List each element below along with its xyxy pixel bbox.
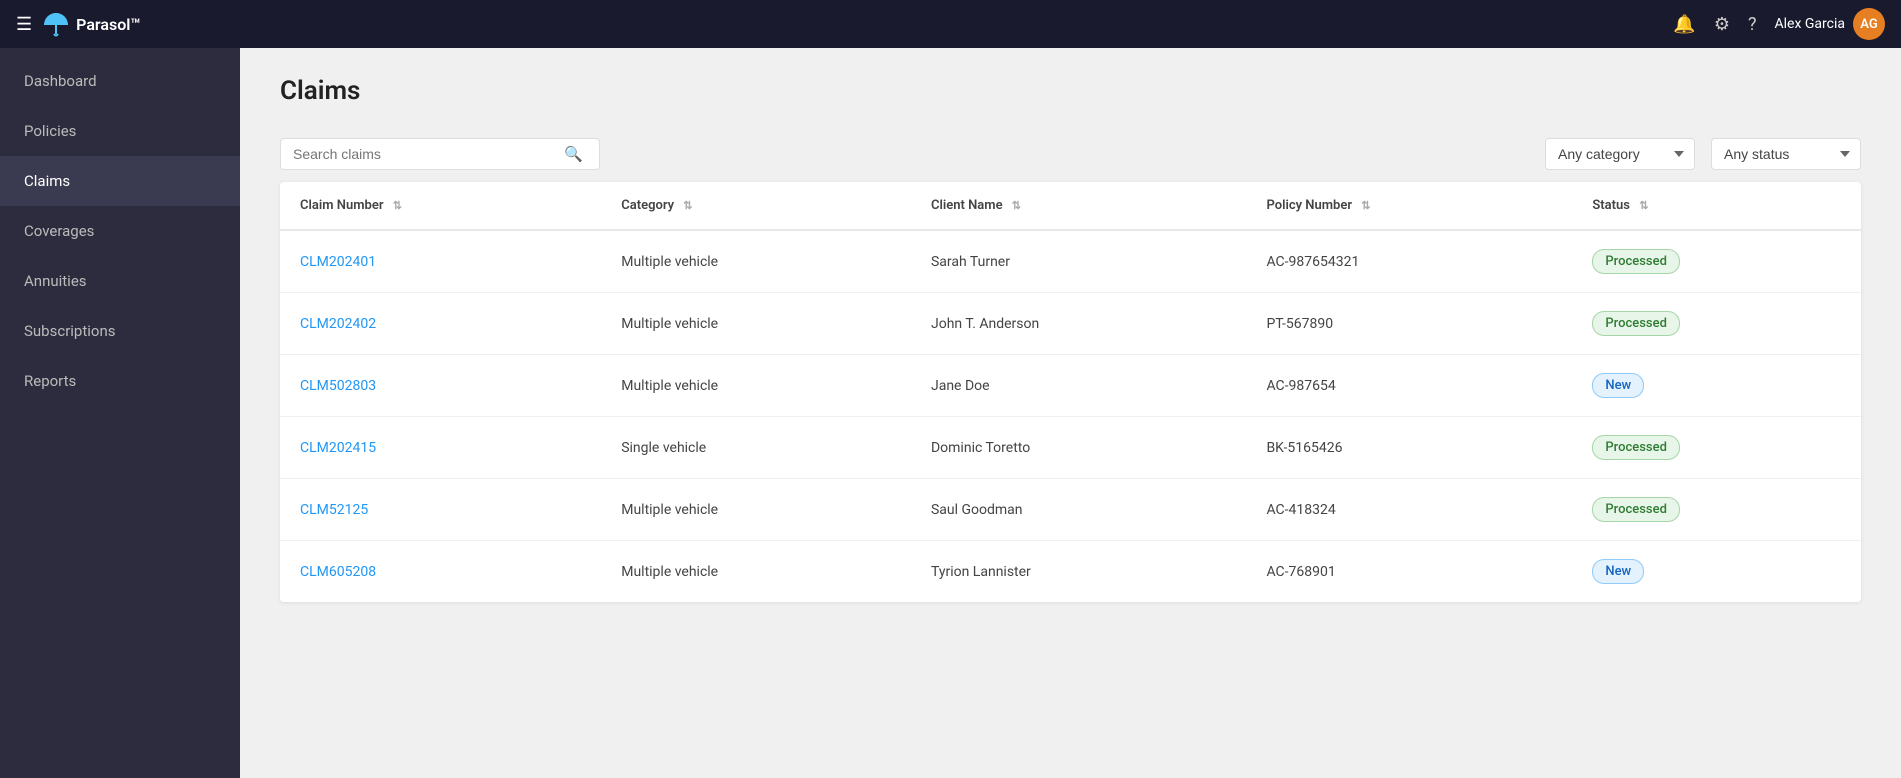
table-row: CLM605208 Multiple vehicle Tyrion Lannis… [280, 541, 1861, 603]
status-badge: New [1592, 373, 1644, 398]
cell-client-name: Sarah Turner [911, 230, 1246, 293]
claim-link[interactable]: CLM502803 [300, 378, 376, 394]
cell-policy-number: BK-5165426 [1246, 417, 1572, 479]
topnav-right: 🔔 ⚙ ? Alex Garcia AG [1673, 8, 1885, 40]
cell-category: Multiple vehicle [601, 541, 911, 603]
topnav-left: ☰ Parasol™ [16, 10, 1661, 38]
cell-status: Processed [1572, 417, 1861, 479]
cell-client-name: Saul Goodman [911, 479, 1246, 541]
table-row: CLM52125 Multiple vehicle Saul Goodman A… [280, 479, 1861, 541]
col-header-status[interactable]: Status ⇅ [1572, 182, 1861, 230]
sort-icon-policy-number: ⇅ [1361, 199, 1370, 212]
settings-icon[interactable]: ⚙ [1714, 14, 1730, 35]
umbrella-icon [42, 10, 70, 38]
sidebar-item-dashboard[interactable]: Dashboard [0, 56, 240, 106]
col-header-client-name[interactable]: Client Name ⇅ [911, 182, 1246, 230]
col-header-policy-number[interactable]: Policy Number ⇅ [1246, 182, 1572, 230]
cell-policy-number: AC-768901 [1246, 541, 1572, 603]
sidebar-item-coverages[interactable]: Coverages [0, 206, 240, 256]
claim-link[interactable]: CLM605208 [300, 564, 376, 580]
page-header: Claims [240, 48, 1901, 122]
cell-client-name: Jane Doe [911, 355, 1246, 417]
cell-category: Multiple vehicle [601, 355, 911, 417]
cell-status: New [1572, 355, 1861, 417]
table-row: CLM502803 Multiple vehicle Jane Doe AC-9… [280, 355, 1861, 417]
cell-claim-number: CLM502803 [280, 355, 601, 417]
avatar-initials: AG [1860, 17, 1877, 32]
table-row: CLM202415 Single vehicle Dominic Toretto… [280, 417, 1861, 479]
cell-claim-number: CLM202415 [280, 417, 601, 479]
sidebar-item-annuities[interactable]: Annuities [0, 256, 240, 306]
sort-icon-status: ⇅ [1639, 199, 1648, 212]
cell-category: Single vehicle [601, 417, 911, 479]
col-header-claim-number[interactable]: Claim Number ⇅ [280, 182, 601, 230]
claim-link[interactable]: CLM202401 [300, 254, 376, 270]
cell-client-name: Tyrion Lannister [911, 541, 1246, 603]
cell-claim-number: CLM52125 [280, 479, 601, 541]
cell-policy-number: PT-567890 [1246, 293, 1572, 355]
user-name-label: Alex Garcia [1775, 16, 1846, 32]
sort-icon-client-name: ⇅ [1012, 199, 1021, 212]
main-content: Claims 🔍 Any category Multiple vehicle S… [240, 48, 1901, 778]
top-navigation: ☰ Parasol™ 🔔 ⚙ ? Alex Garcia AG [0, 0, 1901, 48]
cell-client-name: Dominic Toretto [911, 417, 1246, 479]
layout: Dashboard Policies Claims Coverages Annu… [0, 48, 1901, 778]
cell-status: New [1572, 541, 1861, 603]
cell-category: Multiple vehicle [601, 230, 911, 293]
claim-link[interactable]: CLM202415 [300, 440, 376, 456]
sidebar-item-policies[interactable]: Policies [0, 106, 240, 156]
table-header: Claim Number ⇅ Category ⇅ Client Name ⇅ … [280, 182, 1861, 230]
search-box[interactable]: 🔍 [280, 138, 600, 170]
table-body: CLM202401 Multiple vehicle Sarah Turner … [280, 230, 1861, 602]
hamburger-menu[interactable]: ☰ [16, 14, 32, 35]
cell-category: Multiple vehicle [601, 293, 911, 355]
cell-claim-number: CLM202402 [280, 293, 601, 355]
notification-icon[interactable]: 🔔 [1673, 14, 1695, 35]
avatar: AG [1853, 8, 1885, 40]
page-title: Claims [280, 76, 1861, 106]
col-header-category[interactable]: Category ⇅ [601, 182, 911, 230]
cell-status: Processed [1572, 293, 1861, 355]
help-icon[interactable]: ? [1748, 14, 1757, 35]
status-badge: New [1592, 559, 1644, 584]
cell-claim-number: CLM605208 [280, 541, 601, 603]
status-badge: Processed [1592, 435, 1680, 460]
status-badge: Processed [1592, 249, 1680, 274]
app-name: Parasol™ [76, 15, 140, 34]
toolbar: 🔍 Any category Multiple vehicle Single v… [240, 122, 1901, 182]
cell-client-name: John T. Anderson [911, 293, 1246, 355]
cell-status: Processed [1572, 230, 1861, 293]
search-button[interactable]: 🔍 [560, 145, 587, 163]
sort-icon-claim-number: ⇅ [393, 199, 402, 212]
search-input[interactable] [293, 146, 560, 162]
sort-icon-category: ⇅ [683, 199, 692, 212]
cell-policy-number: AC-987654321 [1246, 230, 1572, 293]
cell-policy-number: AC-987654 [1246, 355, 1572, 417]
sidebar-item-claims[interactable]: Claims [0, 156, 240, 206]
cell-status: Processed [1572, 479, 1861, 541]
claim-link[interactable]: CLM202402 [300, 316, 376, 332]
cell-claim-number: CLM202401 [280, 230, 601, 293]
user-menu[interactable]: Alex Garcia AG [1775, 8, 1886, 40]
claim-link[interactable]: CLM52125 [300, 502, 368, 518]
cell-category: Multiple vehicle [601, 479, 911, 541]
sidebar: Dashboard Policies Claims Coverages Annu… [0, 48, 240, 778]
sidebar-item-subscriptions[interactable]: Subscriptions [0, 306, 240, 356]
claims-table: Claim Number ⇅ Category ⇅ Client Name ⇅ … [280, 182, 1861, 602]
app-logo: Parasol™ [42, 10, 140, 38]
table-row: CLM202402 Multiple vehicle John T. Ander… [280, 293, 1861, 355]
status-badge: Processed [1592, 497, 1680, 522]
cell-policy-number: AC-418324 [1246, 479, 1572, 541]
status-filter[interactable]: Any status Processed New [1711, 138, 1861, 170]
table-row: CLM202401 Multiple vehicle Sarah Turner … [280, 230, 1861, 293]
category-filter[interactable]: Any category Multiple vehicle Single veh… [1545, 138, 1695, 170]
status-badge: Processed [1592, 311, 1680, 336]
claims-table-container: Claim Number ⇅ Category ⇅ Client Name ⇅ … [280, 182, 1861, 602]
sidebar-item-reports[interactable]: Reports [0, 356, 240, 406]
